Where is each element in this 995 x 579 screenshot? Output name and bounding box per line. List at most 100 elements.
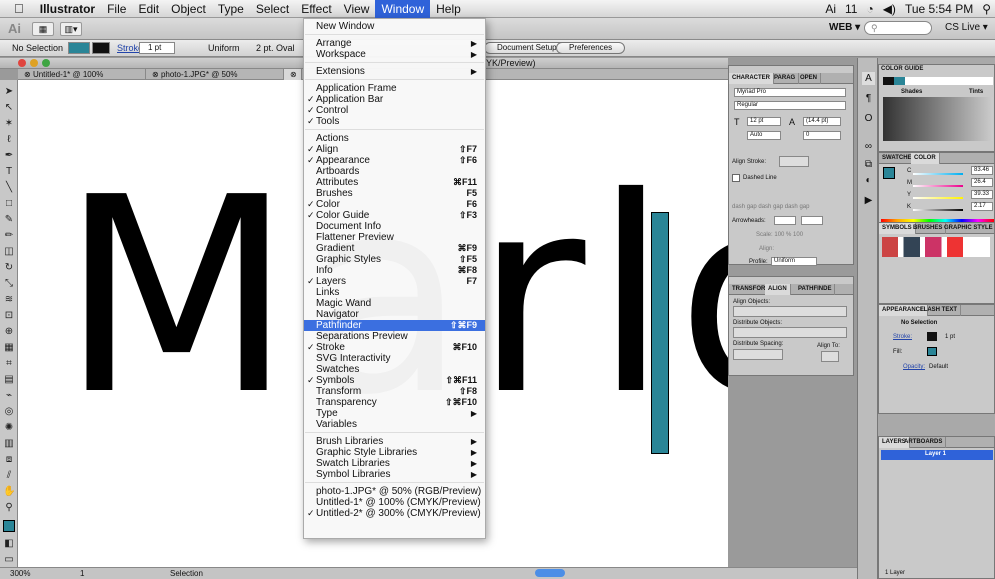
window-menu-item[interactable]: ✓ Stroke ⌘F10	[304, 342, 485, 353]
align-to-select[interactable]	[821, 351, 839, 362]
type-tool-icon[interactable]: T	[3, 166, 15, 178]
artwork-teal-rectangle[interactable]	[651, 212, 669, 454]
window-menu-item[interactable]: ✓ Appearance ⇧F6	[304, 155, 485, 166]
appearance-fill-swatch[interactable]	[927, 347, 937, 356]
arrowhead-start-select[interactable]	[774, 216, 796, 225]
fill-swatch[interactable]	[68, 42, 90, 54]
align-objects-buttons[interactable]	[733, 306, 847, 317]
graph-tool-icon[interactable]: ▥	[3, 438, 15, 450]
minimize-icon[interactable]	[30, 59, 38, 67]
menu-select[interactable]: Select	[250, 0, 295, 18]
opentype-panel-icon[interactable]: O	[862, 112, 875, 125]
bridge-button[interactable]: ▦	[32, 21, 54, 36]
window-menu-item[interactable]: Gradient ⌘F9	[304, 243, 485, 254]
close-icon[interactable]	[18, 59, 26, 67]
brush-definition[interactable]: 2 pt. Oval	[256, 43, 295, 53]
window-menu-item[interactable]: photo-1.JPG* @ 50% (RGB/Preview)	[304, 486, 485, 497]
workspace-switcher[interactable]: WEB ▾	[829, 22, 860, 33]
tab-graphic-styles[interactable]: GRAPHIC STYLE	[941, 223, 995, 234]
tab-untitled-1[interactable]: ⊗ Untitled-1* @ 100% (CMYK/Preview)	[18, 69, 146, 90]
arrange-documents-button[interactable]: ▥▾	[60, 21, 82, 36]
window-menu-item[interactable]: ✓ Color Guide ⇧F3	[304, 210, 485, 221]
cyan-slider[interactable]	[913, 173, 963, 175]
layer-name[interactable]: Layer 1	[925, 451, 946, 457]
window-menu-item[interactable]: Transform ⇧F8	[304, 386, 485, 397]
eyedropper-tool-icon[interactable]: ⌁	[3, 390, 15, 402]
perspective-grid-tool-icon[interactable]: ▦	[3, 342, 15, 354]
color-variations-grid[interactable]	[883, 97, 993, 141]
tab-opentype[interactable]: OPEN	[797, 73, 822, 84]
appearance-opacity-link[interactable]: Opacity:	[903, 364, 925, 370]
window-menu-item[interactable]: Links	[304, 287, 485, 298]
hand-tool-icon[interactable]: ✋	[3, 486, 15, 498]
blend-tool-icon[interactable]: ◎	[3, 406, 15, 418]
menu-view[interactable]: View	[338, 0, 376, 18]
preferences-button[interactable]: Preferences	[556, 42, 626, 54]
window-menu-item[interactable]: New Window	[304, 21, 485, 32]
window-menu-item[interactable]: ✓ Untitled-2* @ 300% (CMYK/Preview)	[304, 508, 485, 519]
artboard-tool-icon[interactable]: ⧈	[3, 454, 15, 466]
window-menu-item[interactable]: Variables	[304, 419, 485, 430]
menu-window[interactable]: Window	[375, 0, 431, 18]
actions-panel-icon[interactable]: ▶	[862, 194, 875, 207]
horizontal-scroll-thumb[interactable]	[535, 569, 565, 577]
current-tool-status[interactable]: Selection	[170, 569, 203, 578]
window-menu-item[interactable]: Attributes ⌘F11	[304, 177, 485, 188]
window-menu-item[interactable]: ✓ Layers F7	[304, 276, 485, 287]
tab-color[interactable]: COLOR	[911, 153, 940, 164]
symbol-thumbnails[interactable]	[882, 237, 990, 257]
wifi-icon[interactable]: ◔	[866, 2, 873, 16]
direct-selection-tool-icon[interactable]: ↖	[3, 102, 15, 114]
kerning-field[interactable]: Auto	[747, 131, 781, 140]
window-menu-item[interactable]: ✓ Color F6	[304, 199, 485, 210]
adobe-icon[interactable]: Ai	[825, 2, 836, 16]
menu-object[interactable]: Object	[165, 0, 212, 18]
align-stroke-buttons[interactable]	[779, 156, 809, 167]
window-menu-item[interactable]: Graphic Styles ⇧F5	[304, 254, 485, 265]
eraser-tool-icon[interactable]: ◫	[3, 246, 15, 258]
magic-wand-tool-icon[interactable]: ✶	[3, 118, 15, 130]
paintbrush-tool-icon[interactable]: ✎	[3, 214, 15, 226]
magenta-field[interactable]: 26.4	[971, 178, 993, 187]
window-menu-item[interactable]: ✓ Symbols ⇧⌘F11	[304, 375, 485, 386]
window-menu-item[interactable]: Artboards	[304, 166, 485, 177]
gradient-tool-icon[interactable]: ▤	[3, 374, 15, 386]
tracking-field[interactable]: 0	[803, 131, 841, 140]
dashed-line-checkbox[interactable]	[732, 174, 740, 182]
window-menu-item[interactable]: SVG Interactivity	[304, 353, 485, 364]
pen-tool-icon[interactable]: ✒	[3, 150, 15, 162]
menu-effect[interactable]: Effect	[295, 0, 337, 18]
line-tool-icon[interactable]: ╲	[3, 182, 15, 194]
paragraph-panel-icon[interactable]: ¶	[862, 92, 875, 105]
window-menu-item[interactable]: Transparency ⇧⌘F10	[304, 397, 485, 408]
window-menu-item[interactable]: Extensions ▶	[304, 66, 485, 77]
rectangle-tool-icon[interactable]: □	[3, 198, 15, 210]
free-transform-tool-icon[interactable]: ⊡	[3, 310, 15, 322]
tab-pathfinder[interactable]: PATHFINDE	[795, 284, 836, 295]
window-menu-item[interactable]: Application Frame	[304, 83, 485, 94]
window-menu-item[interactable]: Document Info	[304, 221, 485, 232]
window-menu-item[interactable]: Untitled-1* @ 100% (CMYK/Preview)	[304, 497, 485, 508]
magenta-slider[interactable]	[913, 185, 963, 187]
color-guide-title[interactable]: COLOR GUIDE	[881, 66, 923, 72]
help-search-input[interactable]: ⚲	[864, 21, 932, 35]
window-menu-item[interactable]: Swatches	[304, 364, 485, 375]
selection-tool-icon[interactable]: ➤	[3, 86, 15, 98]
scale-tool-icon[interactable]: ⤡	[3, 278, 15, 290]
stroke-swatch[interactable]	[92, 42, 110, 54]
window-menu-item[interactable]: ✓ Tools	[304, 116, 485, 127]
distribute-objects-buttons[interactable]	[733, 327, 847, 338]
zoom-tool-icon[interactable]: ⚲	[3, 502, 15, 514]
warp-tool-icon[interactable]: ≋	[3, 294, 15, 306]
window-menu-item[interactable]: Info ⌘F8	[304, 265, 485, 276]
window-menu-item[interactable]: Pathfinder ⇧⌘F9	[304, 320, 485, 331]
font-style-field[interactable]: Regular	[734, 101, 846, 110]
leading-field[interactable]: (14.4 pt)	[803, 117, 841, 126]
lasso-tool-icon[interactable]: ℓ	[3, 134, 15, 146]
fill-color-icon[interactable]	[3, 520, 15, 532]
spotlight-icon[interactable]: ⚲	[982, 2, 991, 16]
window-menu-item[interactable]: Workspace ▶	[304, 49, 485, 60]
appearance-stroke-swatch[interactable]	[927, 332, 937, 341]
appearance-stroke-link[interactable]: Stroke:	[893, 334, 912, 340]
tab-untitled-2[interactable]: ⊗	[284, 69, 302, 80]
